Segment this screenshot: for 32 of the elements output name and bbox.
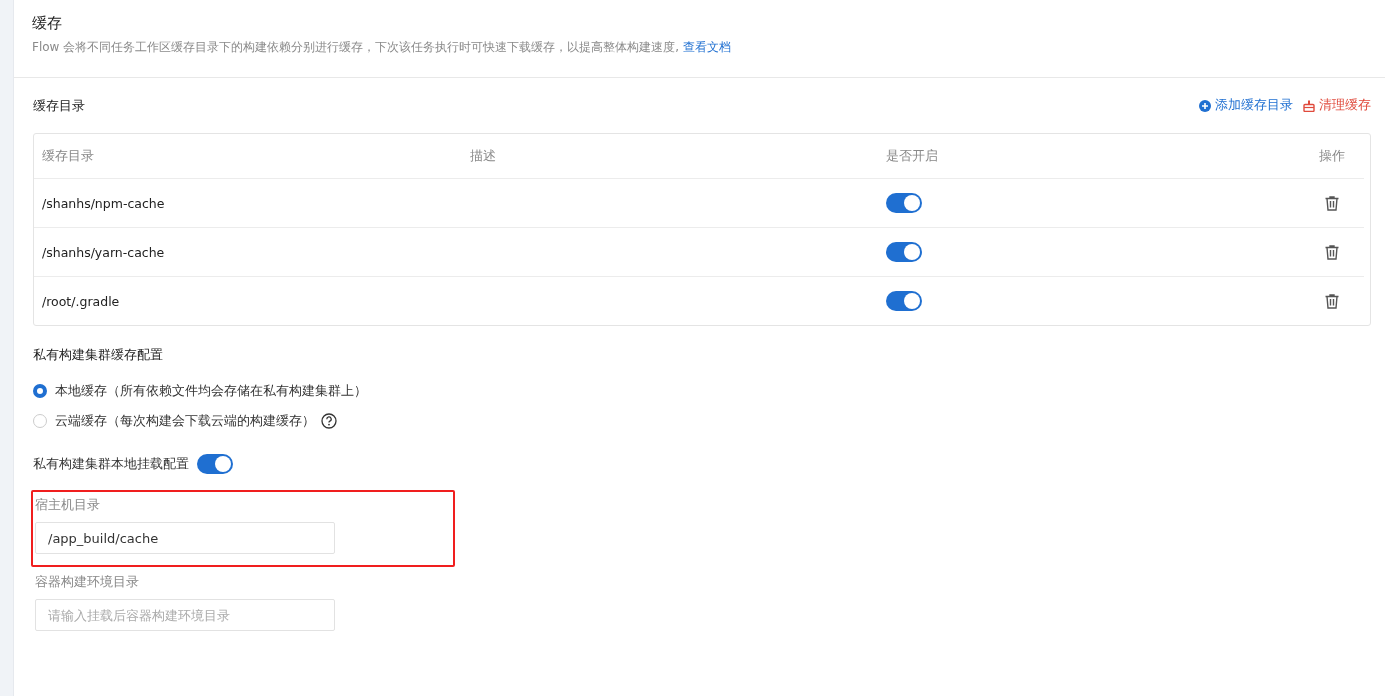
trash-icon[interactable] — [1325, 195, 1339, 211]
add-cache-dir-link[interactable]: 添加缓存目录 — [1199, 97, 1293, 114]
field-label: 容器构建环境目录 — [35, 573, 140, 591]
trash-icon[interactable] — [1325, 244, 1339, 260]
input-field[interactable]: /app_build/cache — [35, 522, 335, 554]
path-cell-text: /shanhs/npm-cache — [41, 195, 166, 211]
radio-button[interactable] — [33, 384, 47, 398]
input-field[interactable]: 请输入挂载后容器构建环境目录 — [35, 599, 335, 631]
trash-icon[interactable] — [1325, 293, 1339, 309]
path-cell-text: /root/.gradle — [41, 293, 121, 309]
toggle-switch[interactable] — [886, 291, 922, 311]
clear-cache-link[interactable]: 清理缓存 — [1303, 97, 1371, 114]
subsection-title: 缓存目录 — [33, 96, 85, 115]
subsection-title: 私有构建集群缓存配置 — [33, 346, 164, 364]
broom-icon — [1303, 99, 1315, 112]
help-icon[interactable] — [321, 413, 337, 429]
path-cell-text: /shanhs/yarn-cache — [41, 244, 166, 260]
column-header: 缓存目录 — [41, 147, 95, 165]
radio-label[interactable]: 本地缓存（所有依赖文件均会存储在私有构建集群上） — [55, 382, 367, 400]
toggle-switch[interactable] — [197, 454, 233, 474]
setting-label: 私有构建集群本地挂载配置 — [33, 455, 189, 473]
column-header: 描述 — [470, 147, 497, 165]
plus-circle-icon — [1199, 99, 1211, 112]
column-header: 操作 — [1318, 147, 1346, 165]
toggle-switch[interactable] — [886, 193, 922, 213]
radio-label[interactable]: 云端缓存（每次构建会下载云端的构建缓存） — [55, 412, 315, 430]
column-header: 是否开启 — [886, 147, 939, 165]
docs-link[interactable]: 查看文档 — [682, 40, 731, 54]
field-label: 宿主机目录 — [35, 496, 101, 514]
section-title: 缓存 — [32, 14, 63, 33]
description-text: Flow 会将不同任务工作区缓存目录下的构建依赖分别进行缓存，下次该任务执行时可快速下载缓存，以提高整体构建速度, — [32, 40, 680, 54]
toggle-switch[interactable] — [886, 242, 922, 262]
